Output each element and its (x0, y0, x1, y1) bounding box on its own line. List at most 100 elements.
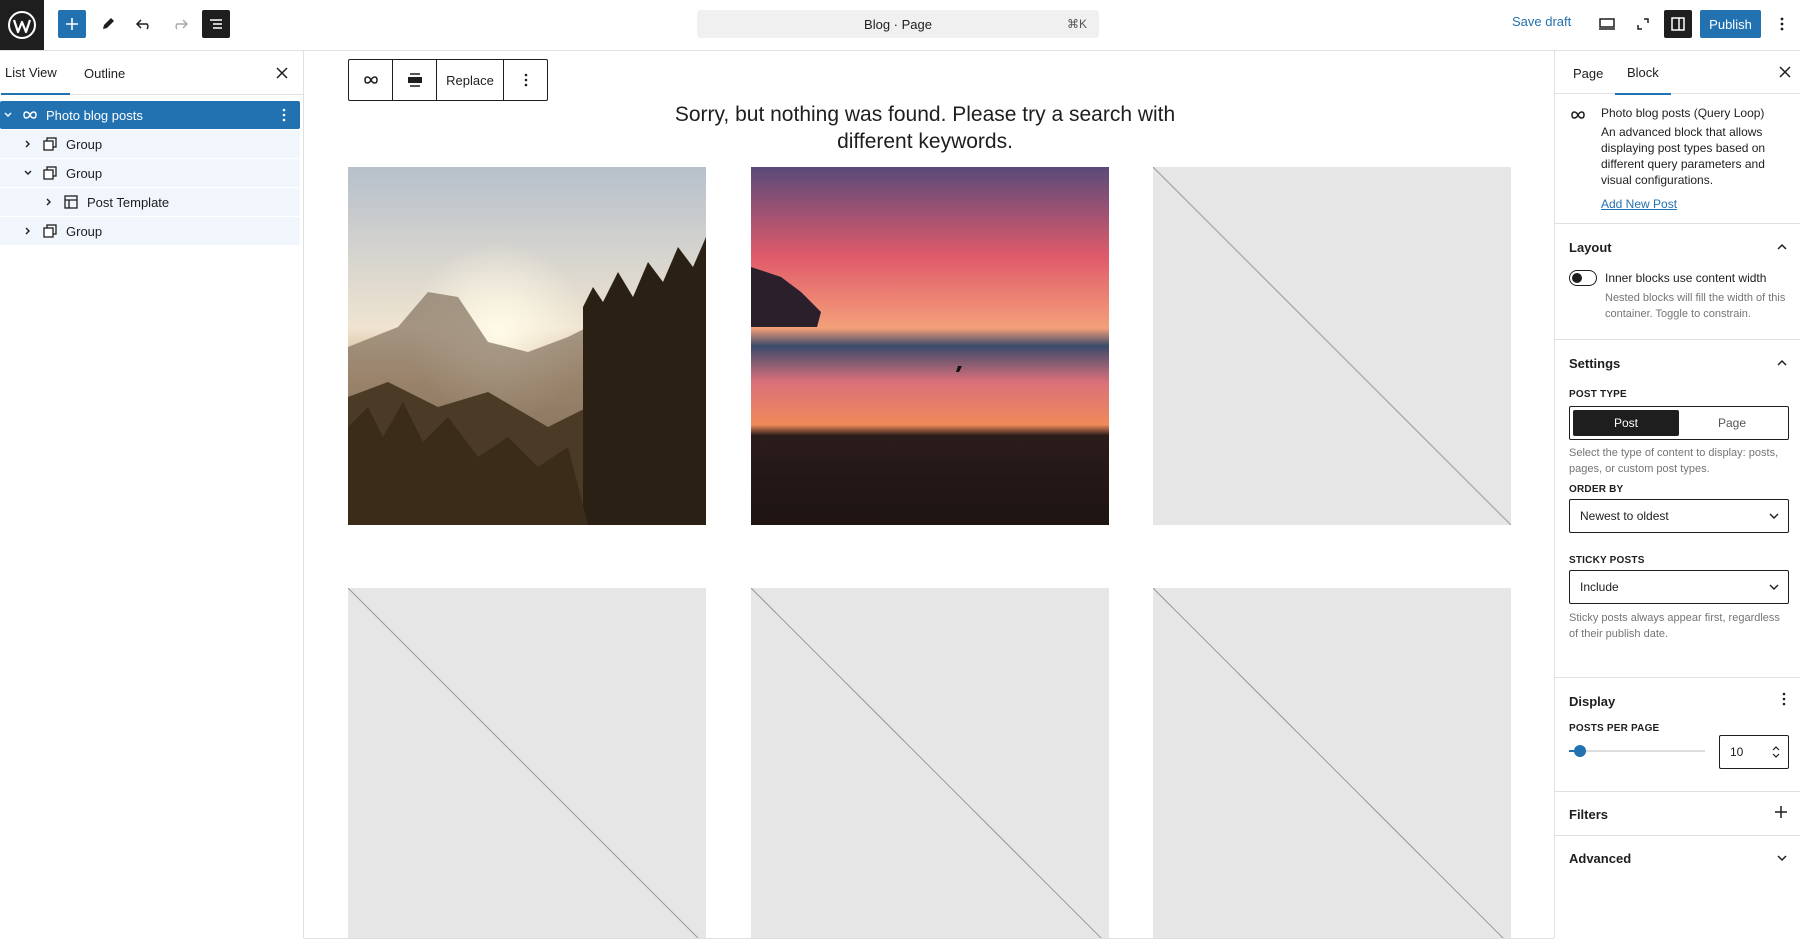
close-list-view-button[interactable] (270, 61, 294, 85)
editor-top-bar: Blog · Page ⌘K Save draft Publish (0, 0, 1800, 51)
list-view-panel: List View Outline Photo blog posts Group… (0, 51, 304, 938)
chevron-down-icon (1768, 581, 1780, 596)
tree-item-group[interactable]: Group (0, 130, 300, 158)
replace-button[interactable]: Replace (437, 60, 504, 100)
posts-per-page-value: 10 (1730, 745, 1744, 759)
posts-per-page-slider-track[interactable] (1569, 750, 1705, 752)
more-vertical-icon[interactable] (1782, 692, 1786, 711)
block-card-description: An advanced block that allows displaying… (1601, 125, 1766, 187)
undo-button[interactable] (130, 10, 158, 38)
settings-panel-title[interactable]: Settings (1569, 356, 1620, 371)
post-type-control: Post Page (1569, 406, 1789, 440)
tab-list-view[interactable]: List View (1, 51, 70, 95)
order-by-value: Newest to oldest (1580, 509, 1669, 523)
advanced-panel-title: Advanced (1569, 851, 1632, 866)
publish-button[interactable]: Publish (1700, 10, 1761, 38)
more-vertical-icon (1780, 17, 1784, 31)
post-featured-image-beach[interactable] (751, 167, 1109, 525)
tree-item-group[interactable]: Group (0, 159, 300, 187)
plus-icon (66, 18, 78, 30)
block-toolbar: Replace (348, 59, 548, 101)
close-icon (276, 67, 288, 79)
tree-item-group[interactable]: Group (0, 217, 300, 245)
chevron-down-icon[interactable] (0, 110, 16, 120)
post-template-icon (61, 192, 81, 212)
order-by-select[interactable]: Newest to oldest (1569, 499, 1789, 533)
advanced-panel[interactable]: Advanced (1555, 836, 1800, 880)
wordpress-logo-icon[interactable] (0, 0, 44, 50)
tab-page[interactable]: Page (1569, 51, 1607, 95)
block-type-button[interactable] (349, 60, 393, 100)
post-image-placeholder[interactable] (1153, 167, 1511, 525)
chevron-right-icon[interactable] (20, 226, 36, 236)
expand-icon (1637, 18, 1649, 30)
save-draft-button[interactable]: Save draft (1512, 14, 1571, 29)
display-panel: Display POSTS PER PAGE 10 (1555, 678, 1800, 792)
posts-per-page-slider-thumb[interactable] (1574, 745, 1586, 757)
sidebar-tabs: Page Block (1555, 51, 1800, 95)
close-settings-button[interactable] (1773, 60, 1797, 84)
post-image-placeholder[interactable] (1153, 588, 1511, 938)
sticky-posts-help: Sticky posts always appear first, regard… (1569, 612, 1780, 640)
chevron-right-icon[interactable] (20, 139, 36, 149)
settings-toggle-button[interactable] (1664, 10, 1692, 38)
post-type-help: Select the type of content to display: p… (1569, 447, 1779, 475)
command-shortcut: ⌘K (1066, 17, 1087, 31)
post-type-post-option[interactable]: Post (1573, 410, 1679, 436)
chevron-up-icon[interactable] (1776, 356, 1788, 374)
tree-item-photo-blog-posts[interactable]: Photo blog posts (0, 101, 300, 129)
plus-icon[interactable] (1774, 805, 1788, 824)
tools-button[interactable] (94, 10, 122, 38)
tab-outline[interactable]: Outline (80, 51, 129, 95)
redo-button[interactable] (166, 10, 194, 38)
options-button[interactable] (1768, 10, 1796, 38)
fullscreen-button[interactable] (1629, 10, 1657, 38)
posts-per-page-label: POSTS PER PAGE (1569, 723, 1660, 734)
no-results-text[interactable]: Sorry, but nothing was found. Please try… (645, 101, 1205, 155)
sticky-posts-value: Include (1580, 580, 1619, 594)
post-type-page-option[interactable]: Page (1679, 410, 1785, 436)
tree-item-post-template[interactable]: Post Template (0, 188, 300, 216)
settings-sidebar: Page Block Photo blog posts (Query Loop)… (1554, 51, 1800, 938)
filters-panel[interactable]: Filters (1555, 792, 1800, 836)
posts-per-page-input[interactable]: 10 (1719, 735, 1789, 769)
post-image-placeholder[interactable] (751, 588, 1109, 938)
tree-item-label: Group (66, 223, 103, 239)
query-loop-icon (20, 105, 40, 125)
block-options-button[interactable] (504, 60, 547, 100)
chevron-down-icon[interactable] (1776, 851, 1788, 869)
editor-canvas[interactable]: Sorry, but nothing was found. Please try… (305, 51, 1553, 938)
mountain-photo (348, 167, 706, 525)
chevron-down-icon[interactable] (20, 168, 36, 178)
document-overview-button[interactable] (202, 10, 230, 38)
footer-divider (304, 938, 1554, 939)
post-featured-image-mountain[interactable] (348, 167, 706, 525)
desktop-preview-icon (1599, 18, 1615, 30)
chevron-right-icon[interactable] (41, 197, 57, 207)
block-card: Photo blog posts (Query Loop) An advance… (1555, 94, 1800, 224)
more-vertical-icon (524, 73, 527, 87)
spinner-arrows-icon[interactable] (1772, 745, 1780, 762)
content-width-toggle[interactable] (1569, 270, 1597, 286)
query-loop-icon (1569, 108, 1587, 126)
sticky-posts-label: STICKY POSTS (1569, 555, 1645, 566)
post-image-placeholder[interactable] (348, 588, 706, 938)
align-wide-icon (407, 73, 422, 87)
align-button[interactable] (393, 60, 437, 100)
document-bar[interactable]: Blog · Page ⌘K (697, 10, 1099, 38)
group-icon (40, 134, 60, 154)
add-block-button[interactable] (58, 10, 86, 38)
tree-item-label: Group (66, 136, 103, 152)
group-icon (40, 221, 60, 241)
beach-sunset-photo (751, 167, 1109, 525)
layout-panel-title[interactable]: Layout (1569, 240, 1612, 255)
more-vertical-icon[interactable] (274, 105, 294, 125)
list-view-icon (210, 19, 222, 29)
toggle-label: Inner blocks use content width (1605, 271, 1767, 285)
chevron-up-icon[interactable] (1776, 240, 1788, 258)
preview-button[interactable] (1593, 10, 1621, 38)
sticky-posts-select[interactable]: Include (1569, 570, 1789, 604)
add-new-post-link[interactable]: Add New Post (1601, 197, 1677, 211)
undo-icon (135, 19, 149, 30)
tab-block[interactable]: Block (1615, 51, 1671, 95)
